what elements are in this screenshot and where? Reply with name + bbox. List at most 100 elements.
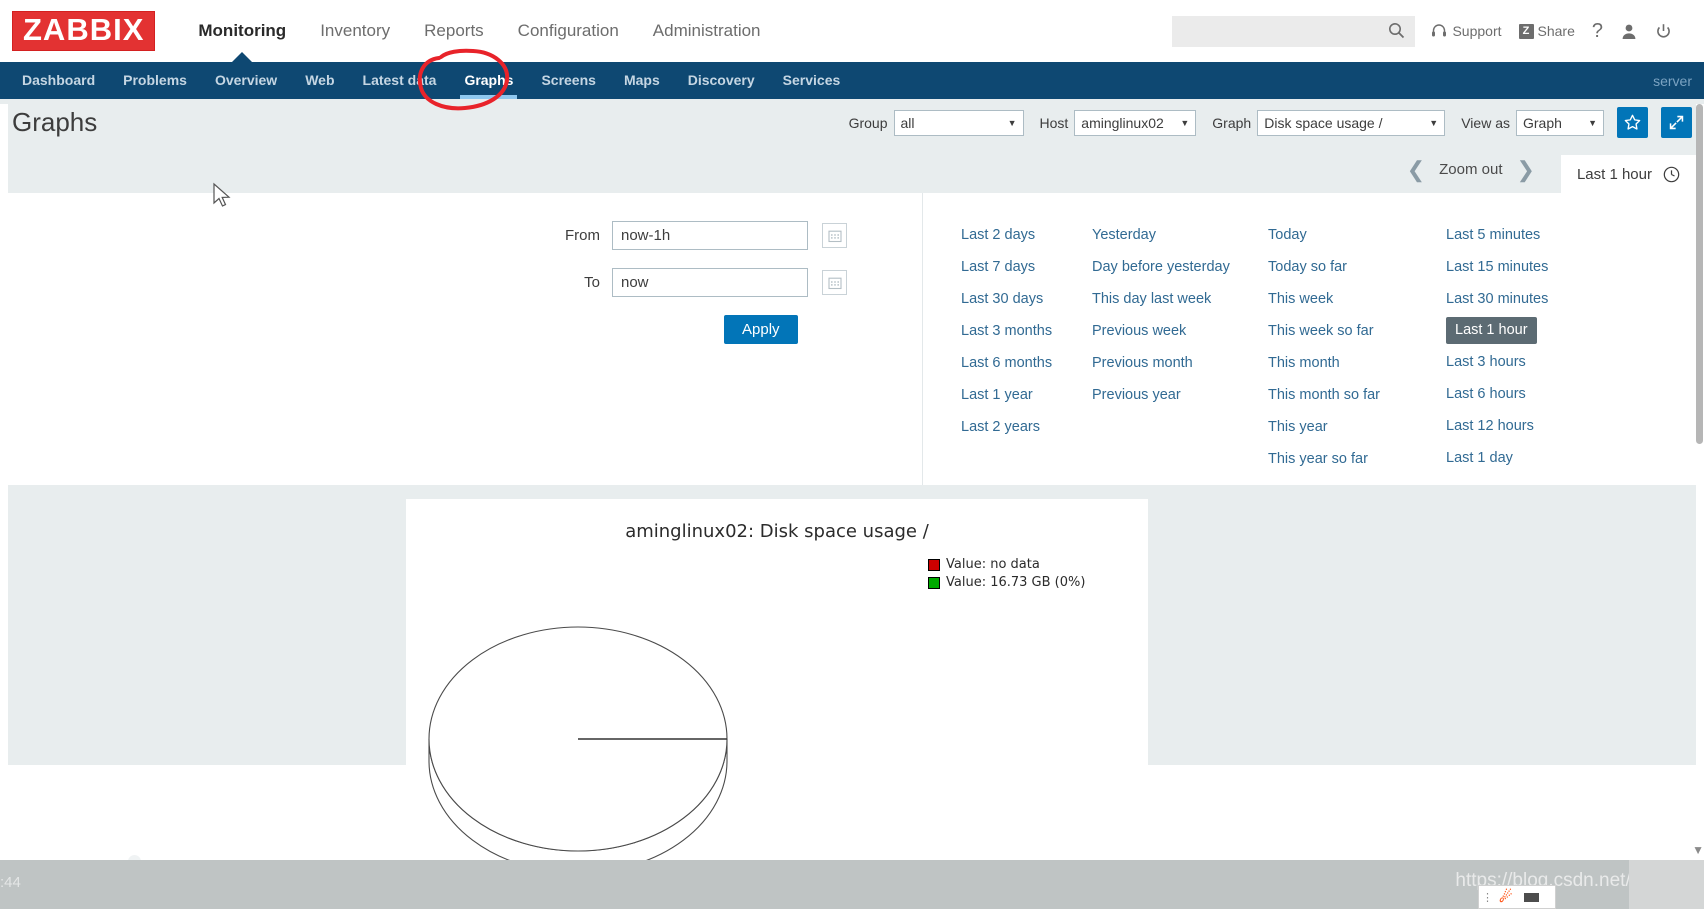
quick-range-item[interactable]: Previous year (1092, 379, 1181, 411)
quick-range-item[interactable]: This week so far (1268, 315, 1374, 347)
subnav-item-discovery[interactable]: Discovery (674, 62, 769, 99)
os-status-bar: :44 https://blog.csdn.net/fsl1987 (0, 860, 1704, 909)
quick-range-item[interactable]: This month so far (1268, 379, 1380, 411)
quick-range-column-4: Last 5 minutes Last 15 minutes Last 30 m… (1446, 219, 1606, 485)
subnav-item-dashboard[interactable]: Dashboard (8, 62, 109, 99)
to-input[interactable] (612, 268, 808, 297)
app-tray[interactable]: ⋮ ☄ (1478, 885, 1556, 909)
quick-range-item[interactable]: Last 6 hours (1446, 378, 1526, 410)
nav-item-administration[interactable]: Administration (636, 0, 778, 62)
quick-range-item[interactable]: Today (1268, 219, 1307, 251)
tray-grip-icon[interactable]: ⋮ (1479, 891, 1495, 904)
search-input[interactable] (1172, 16, 1389, 46)
quick-range-item[interactable]: Last 3 hours (1446, 346, 1526, 378)
subnav-item-services[interactable]: Services (769, 62, 855, 99)
clock-icon (1663, 166, 1680, 183)
support-link[interactable]: Support (1431, 23, 1502, 39)
view-as-select-value: Graph (1523, 114, 1562, 131)
favorite-button[interactable] (1617, 107, 1648, 138)
user-icon[interactable] (1621, 23, 1637, 40)
quick-range-item[interactable]: Last 5 minutes (1446, 219, 1540, 251)
nav-item-inventory[interactable]: Inventory (303, 0, 407, 62)
quick-range-item[interactable]: Today so far (1268, 251, 1347, 283)
chevron-right-icon[interactable]: ❯ (1503, 158, 1549, 181)
subnav-item-overview[interactable]: Overview (201, 62, 291, 99)
star-icon (1624, 114, 1641, 130)
search-icon[interactable] (1388, 22, 1405, 42)
share-label: Share (1537, 23, 1575, 39)
zoom-controls: ❮ Zoom out ❯ (1393, 146, 1549, 193)
subnav-item-maps[interactable]: Maps (610, 62, 674, 99)
calendar-icon (827, 277, 842, 289)
nav-item-reports[interactable]: Reports (407, 0, 501, 62)
vertical-scrollbar-thumb[interactable] (1696, 104, 1703, 444)
help-icon[interactable]: ? (1592, 20, 1603, 43)
power-icon[interactable] (1655, 23, 1672, 40)
quick-range-item[interactable]: Last 2 days (961, 219, 1035, 251)
quick-range-item[interactable]: This day last week (1092, 283, 1211, 315)
quick-range-item[interactable]: Last 3 months (961, 315, 1052, 347)
tray-minimize-icon[interactable] (1524, 892, 1540, 902)
time-range-tab-label: Last 1 hour (1576, 165, 1652, 183)
quick-range-item[interactable]: This year so far (1268, 443, 1368, 475)
quick-range-item[interactable]: Last 2 years (961, 411, 1040, 443)
quick-range-item[interactable]: Last 1 day (1446, 442, 1513, 474)
nav-item-monitoring[interactable]: Monitoring (181, 0, 303, 63)
quick-range-item[interactable]: Last 1 year (961, 379, 1033, 411)
quick-range-item[interactable]: Last 7 days (961, 251, 1035, 283)
graph-title: aminglinux02: Disk space usage / (625, 521, 929, 542)
subnav-item-latest-data[interactable]: Latest data (349, 62, 451, 99)
main-navigation: Monitoring Inventory Reports Configurati… (181, 0, 778, 63)
view-as-select[interactable]: Graph ▼ (1516, 109, 1604, 136)
nav-item-configuration[interactable]: Configuration (501, 0, 636, 62)
quick-range-item[interactable]: Yesterday (1092, 219, 1156, 251)
quick-range-item[interactable]: Last 12 hours (1446, 410, 1534, 442)
share-link[interactable]: Z Share (1518, 23, 1575, 39)
kiosk-mode-button[interactable] (1661, 107, 1692, 138)
apply-button[interactable]: Apply (724, 315, 798, 344)
quick-range-item[interactable]: Last 15 minutes (1446, 251, 1548, 283)
to-calendar-button[interactable] (822, 270, 847, 295)
subnav-item-web[interactable]: Web (291, 62, 348, 99)
quick-range-item[interactable]: Last 30 minutes (1446, 283, 1548, 315)
page-header: Graphs Group all ▼ Host aminglinux02 ▼ G… (0, 99, 1704, 146)
legend-item: Value: 16.73 GB (0%) (928, 574, 1085, 592)
sogou-ime-icon[interactable]: ☄ (1495, 888, 1516, 906)
host-select[interactable]: aminglinux02 ▼ (1074, 109, 1197, 136)
quick-range-item[interactable]: Previous month (1092, 347, 1193, 379)
host-select-value: aminglinux02 (1081, 114, 1164, 131)
legend-label: Value: 16.73 GB (0%) (946, 575, 1086, 590)
graph-select[interactable]: Disk space usage / ▼ (1257, 109, 1446, 136)
subnav-item-graphs[interactable]: Graphs (450, 62, 527, 99)
quick-range-item[interactable]: This week (1268, 283, 1333, 315)
subnav-item-problems[interactable]: Problems (109, 62, 201, 99)
group-select[interactable]: all ▼ (893, 109, 1024, 136)
subnav-item-screens[interactable]: Screens (527, 62, 609, 99)
chevron-down-icon: ▼ (1588, 117, 1597, 128)
time-quick-ranges: Last 2 days Last 7 days Last 30 days Las… (923, 193, 1696, 485)
expand-icon (1669, 115, 1684, 130)
headset-icon (1432, 24, 1447, 37)
quick-range-item[interactable]: This month (1268, 347, 1340, 379)
zoom-out-button[interactable]: Zoom out (1439, 161, 1502, 178)
chevron-left-icon[interactable]: ❮ (1393, 158, 1439, 181)
time-filter-panel: From To Apply Last 2 days Last 7 days La… (8, 193, 1696, 485)
time-filter-form: From To Apply (8, 193, 923, 485)
time-range-tab[interactable]: Last 1 hour (1560, 155, 1696, 193)
zabbix-logo[interactable]: ZABBIX (12, 10, 156, 52)
from-input[interactable] (612, 221, 808, 250)
zabbix-share-badge: Z (1518, 23, 1534, 39)
from-calendar-button[interactable] (822, 223, 847, 248)
quick-range-item[interactable]: Last 30 days (961, 283, 1043, 315)
quick-range-item-selected[interactable]: Last 1 hour (1446, 317, 1537, 344)
search-box[interactable] (1172, 15, 1416, 47)
quick-range-column-1: Last 2 days Last 7 days Last 30 days Las… (961, 219, 1092, 485)
graph-select-value: Disk space usage / (1264, 114, 1383, 131)
quick-range-item[interactable]: Last 6 months (961, 347, 1052, 379)
quick-range-item[interactable]: Day before yesterday (1092, 251, 1230, 283)
scroll-down-arrow-icon[interactable]: ▼ (1692, 843, 1704, 857)
quick-range-column-3: Today Today so far This week This week s… (1268, 219, 1446, 485)
quick-range-item[interactable]: Previous week (1092, 315, 1186, 347)
graph-label: Graph (1212, 114, 1252, 131)
quick-range-item[interactable]: This year (1268, 411, 1328, 443)
